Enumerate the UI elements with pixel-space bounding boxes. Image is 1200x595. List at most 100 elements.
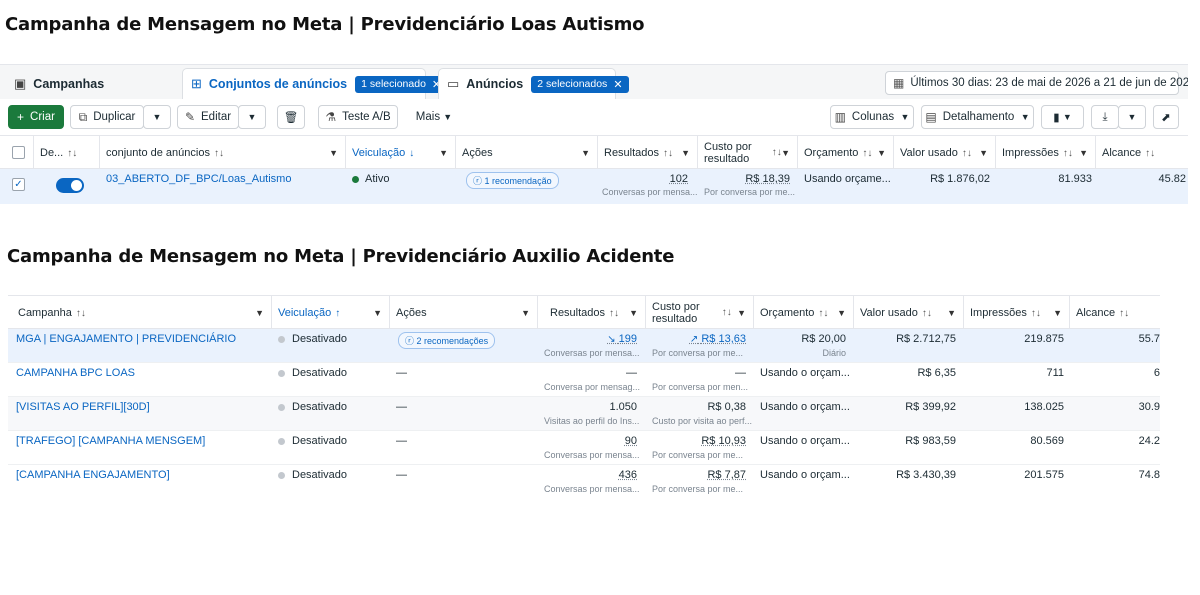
actions-value: — — [396, 469, 407, 481]
campaign-name-link[interactable]: [TRAFEGO] [CAMPANHA MENSGEM] — [16, 435, 205, 447]
row-checkbox[interactable]: ✓ — [12, 178, 25, 191]
col-delivery[interactable]: Veiculação ↑ ▼ — [272, 296, 390, 330]
edit-label: Editar — [201, 111, 232, 123]
inactive-dot-icon — [278, 335, 285, 343]
more-button[interactable]: Mais ▼ — [408, 105, 460, 129]
recommendation-text: 1 recomendação — [484, 176, 552, 186]
col-label: Veiculação — [352, 147, 406, 159]
col-impressions[interactable]: Impressões ↑↓ ▼ — [996, 136, 1096, 170]
recommendation-badge[interactable]: ⓡ 1 recomendação — [466, 172, 559, 189]
cost-value: R$ 10,93 — [701, 435, 746, 447]
col-label: Veiculação — [278, 307, 332, 319]
col-actions[interactable]: Ações ▼ — [390, 296, 538, 330]
actions-value: — — [396, 435, 407, 447]
col-delivery[interactable]: Veiculação ↓ ▼ — [346, 136, 456, 170]
table-row[interactable]: ✓ 03_ABERTO_DF_BPC/Loas_Autismo Ativo ⓡ … — [0, 169, 1188, 204]
col-label: conjunto de anúncios — [106, 147, 210, 159]
chevron-down-icon: ▼ — [1079, 148, 1088, 158]
export-dropdown[interactable]: ▼ — [1118, 105, 1146, 129]
table-row[interactable]: [CAMPANHA ENGAJAMENTO] Desativado — 436 … — [8, 465, 1160, 497]
col-amount-spent[interactable]: Valor usado ↑↓ ▼ — [854, 296, 964, 330]
duplicate-button[interactable]: ⧉ Duplicar — [70, 105, 144, 129]
table-row[interactable]: [VISITAS AO PERFIL][30D] Desativado — 1.… — [8, 397, 1160, 431]
col-reach[interactable]: Alcance ↑↓ — [1096, 136, 1188, 170]
cost-sub: Custo por visita ao perf... — [652, 416, 753, 426]
col-label: De... — [40, 147, 64, 159]
export-button[interactable]: ⤓ — [1091, 105, 1119, 129]
create-button[interactable]: + Criar — [8, 105, 64, 129]
edit-button[interactable]: ✎ Editar — [177, 105, 239, 129]
cost-sub: Por conversa por me... — [652, 450, 744, 460]
col-amount-spent[interactable]: Valor usado ↑↓ ▼ — [894, 136, 996, 170]
table-row[interactable]: CAMPANHA BPC LOAS Desativado — — Convers… — [8, 363, 1160, 397]
grid-icon: ⊞ — [191, 76, 202, 91]
sort-icon: ↑↓ — [1119, 307, 1130, 319]
trend-up-icon: ↗ — [689, 334, 699, 345]
campaign-name-link[interactable]: MGA | ENGAJAMENTO | PREVIDENCIÁRIO — [16, 333, 236, 345]
campaign-name-link[interactable]: CAMPANHA BPC LOAS — [16, 367, 135, 379]
adsets-selected-badge[interactable]: 1 selecionado ✕ — [355, 75, 448, 93]
chevron-down-icon: ▼ — [1053, 308, 1062, 318]
chevron-down-icon: ▼ — [329, 148, 338, 158]
table-row[interactable]: [TRAFEGO] [CAMPANHA MENSGEM] Desativado … — [8, 431, 1160, 465]
charts-button[interactable]: ⬈ — [1153, 105, 1179, 129]
col-label: Resultados — [550, 307, 606, 319]
campaign-name-link[interactable]: [VISITAS AO PERFIL][30D] — [16, 401, 150, 413]
chevron-down-icon: ▼ — [900, 112, 910, 122]
reports-button[interactable]: ▮ ▼ — [1041, 105, 1084, 129]
delete-button[interactable]: 🗑 — [277, 105, 305, 129]
col-actions[interactable]: Ações ▼ — [456, 136, 598, 170]
campaign-name-link[interactable]: [CAMPANHA ENGAJAMENTO] — [16, 469, 170, 481]
col-impressions[interactable]: Impressões ↑↓ ▼ — [964, 296, 1070, 330]
chevron-down-icon: ▼ — [877, 148, 886, 158]
col-results[interactable]: Resultados ↑↓ ▼ — [538, 296, 646, 330]
plus-icon: + — [17, 110, 25, 124]
col-adset-name[interactable]: conjunto de anúncios ↑↓ ▼ — [100, 136, 346, 170]
breakdown-button[interactable]: ▤ Detalhamento ▼ — [921, 105, 1034, 129]
delivery-status-text: Desativado — [292, 435, 348, 447]
sort-icon: ↑↓ — [818, 307, 829, 319]
tab-ads[interactable]: ▭ Anúncios 2 selecionados ✕ — [438, 68, 629, 99]
duplicate-dropdown[interactable]: ▼ — [143, 105, 171, 129]
col-delivery-toggle[interactable]: De... ↑↓ — [34, 136, 100, 170]
col-cost-per-result[interactable]: Custo por resultado ↑↓ ▼ — [646, 296, 754, 330]
edit-dropdown[interactable]: ▼ — [238, 105, 266, 129]
impressions-value: 219.875 — [1024, 333, 1064, 345]
col-label-line2: resultado — [704, 153, 750, 165]
cost-value: — — [735, 367, 746, 379]
reach-value: 30.9 — [1138, 401, 1160, 413]
reach-value: 6 — [1153, 367, 1160, 379]
budget-value: Usando o orçam... — [760, 367, 850, 379]
col-budget[interactable]: Orçamento ↑↓ ▼ — [754, 296, 854, 330]
sort-icon: ↑↓ — [67, 147, 78, 159]
col-label: Orçamento — [804, 147, 859, 159]
impressions-value: 81.933 — [1058, 173, 1092, 185]
col-campaign[interactable]: Campanha ↑↓ ▼ — [8, 296, 272, 330]
col-results[interactable]: Resultados ↑↓ ▼ — [598, 136, 698, 170]
tab-campaigns[interactable]: ▣ Campanhas — [14, 68, 104, 99]
col-cost-per-result[interactable]: Custo por resultado ↑↓ ▼ — [698, 136, 798, 170]
tab-adsets[interactable]: ⊞ Conjuntos de anúncios 1 selecionado ✕ — [182, 68, 448, 99]
col-budget[interactable]: Orçamento ↑↓ ▼ — [798, 136, 894, 170]
table-row[interactable]: MGA | ENGAJAMENTO | PREVIDENCIÁRIO Desat… — [8, 329, 1160, 363]
select-all-cell — [0, 136, 34, 170]
columns-button[interactable]: ▥ Colunas ▼ — [830, 105, 914, 129]
recommendation-badge[interactable]: ⓡ 2 recomendações — [398, 332, 496, 349]
spent-value: R$ 2.712,75 — [896, 333, 956, 345]
delivery-toggle[interactable] — [56, 178, 84, 193]
spent-value: R$ 983,59 — [905, 435, 956, 447]
chevron-down-icon: ▼ — [629, 308, 638, 318]
adset-name-link[interactable]: 03_ABERTO_DF_BPC/Loas_Autismo — [106, 173, 291, 185]
ab-test-button[interactable]: ⚗ Teste A/B — [318, 105, 398, 129]
select-all-checkbox[interactable] — [12, 146, 25, 159]
chevron-down-icon: ▼ — [737, 308, 746, 318]
date-range-picker[interactable]: ▦ Últimos 30 dias: 23 de mai de 2026 a 2… — [885, 71, 1188, 95]
close-icon[interactable]: ✕ — [613, 78, 622, 91]
ads-selected-badge[interactable]: 2 selecionados ✕ — [531, 75, 629, 93]
cost-value: R$ 7,87 — [707, 469, 746, 481]
toolbar: + Criar ⧉ Duplicar ▼ ✎ Editar ▼ 🗑 ⚗ Teste A/… — [0, 99, 1188, 135]
sort-icon: ↑↓ — [663, 147, 674, 159]
sort-icon: ↑↓ — [213, 147, 224, 159]
sort-icon: ↑↓ — [1145, 147, 1156, 159]
col-reach[interactable]: Alcance ↑↓ — [1070, 296, 1160, 330]
